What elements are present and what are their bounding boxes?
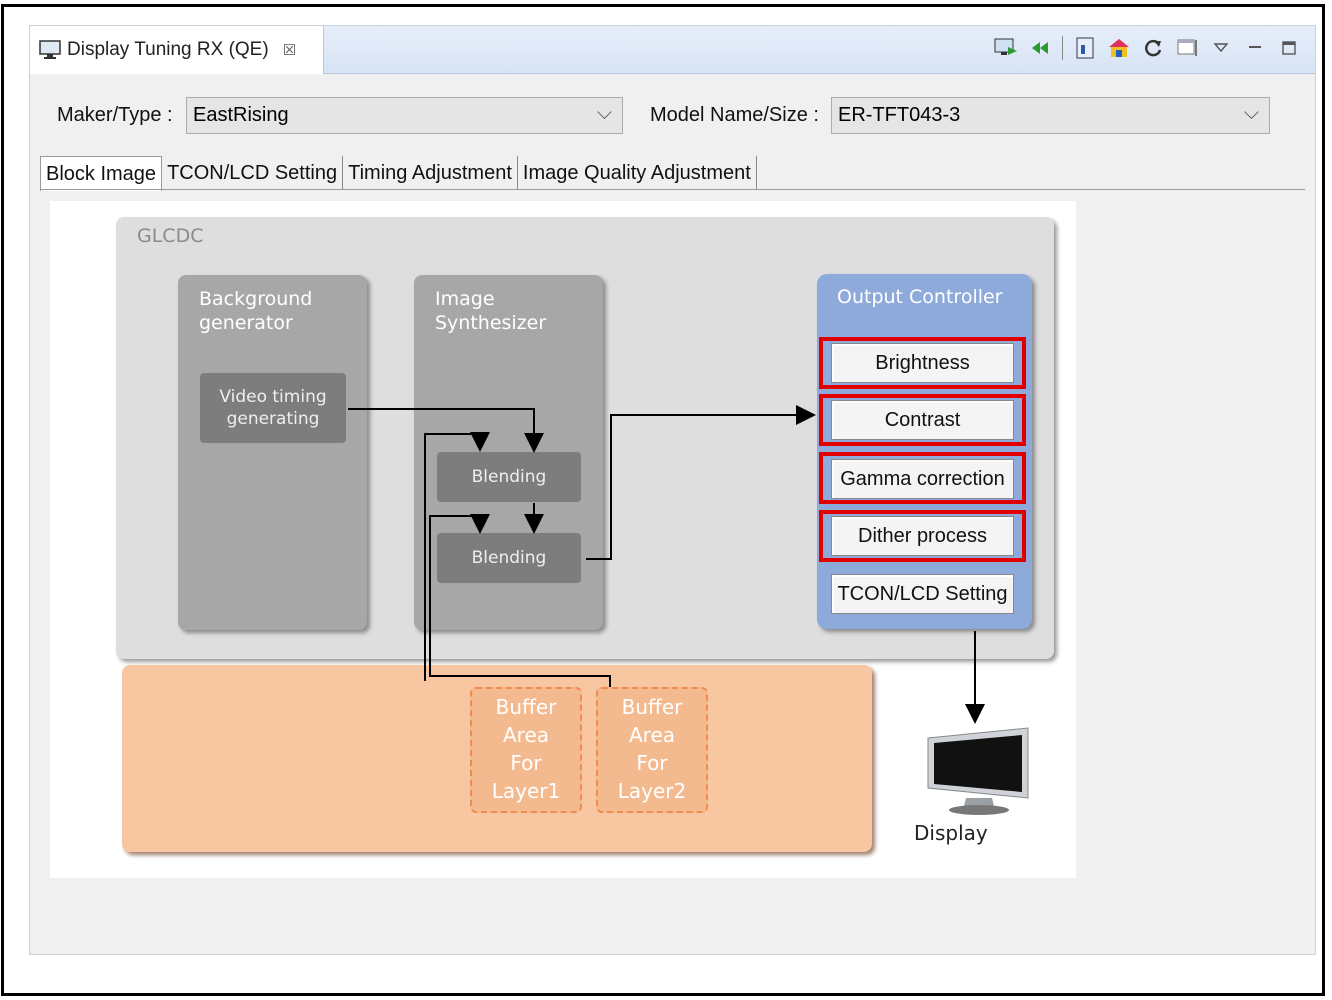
outer-frame: Display Tuning RX (QE) ☒ Maker/Type: Ea… [1,4,1325,996]
maker-select[interactable]: EastRising ⌵ [186,97,623,134]
view-titlebar: Display Tuning RX (QE) ☒ [30,26,1315,74]
monitor-run-icon[interactable] [994,36,1018,60]
tab-image-quality-adjustment[interactable]: Image Quality Adjustment [518,156,757,190]
toolbar-separator [1062,36,1063,60]
tab-divider [40,189,1305,190]
palette-icon[interactable] [1107,36,1131,60]
close-icon[interactable]: ☒ [283,41,296,59]
monitor-icon [39,40,61,59]
view-menu-icon[interactable] [1209,36,1233,60]
export-icon[interactable] [1073,36,1097,60]
display-label: Display [914,821,988,845]
model-label: Model Name/Size : [650,104,819,126]
minimize-icon[interactable] [1243,36,1267,60]
maker-select-value: EastRising [193,104,289,126]
window-icon[interactable] [1175,36,1199,60]
maximize-icon[interactable] [1277,36,1301,60]
view-toolbar [994,36,1301,60]
display-monitor-icon [927,727,1029,815]
refresh-icon[interactable] [1141,36,1165,60]
view-tab[interactable]: Display Tuning RX (QE) ☒ [30,26,324,74]
tab-timing-adjustment[interactable]: Timing Adjustment [343,156,518,190]
display-tuning-view: Display Tuning RX (QE) ☒ Maker/Type: Ea… [29,25,1316,955]
tab-block-image[interactable]: Block Image [40,156,163,191]
tab-bar: Block Image TCON/LCD Setting Timing Adju… [40,156,757,191]
maker-label: Maker/Type : [57,104,173,126]
tab-tcon-lcd-setting[interactable]: TCON/LCD Setting [162,156,344,190]
chevron-down-icon: ⌵ [1243,102,1259,124]
model-select-value: ER-TFT043-3 [838,104,961,126]
model-select[interactable]: ER-TFT043-3 ⌵ [831,97,1270,134]
view-tab-title: Display Tuning RX (QE) [67,39,269,60]
chevron-down-icon: ⌵ [596,102,612,124]
block-image-canvas: GLCDC Background generator Video timing … [50,201,1076,878]
rewind-icon[interactable] [1028,36,1052,60]
